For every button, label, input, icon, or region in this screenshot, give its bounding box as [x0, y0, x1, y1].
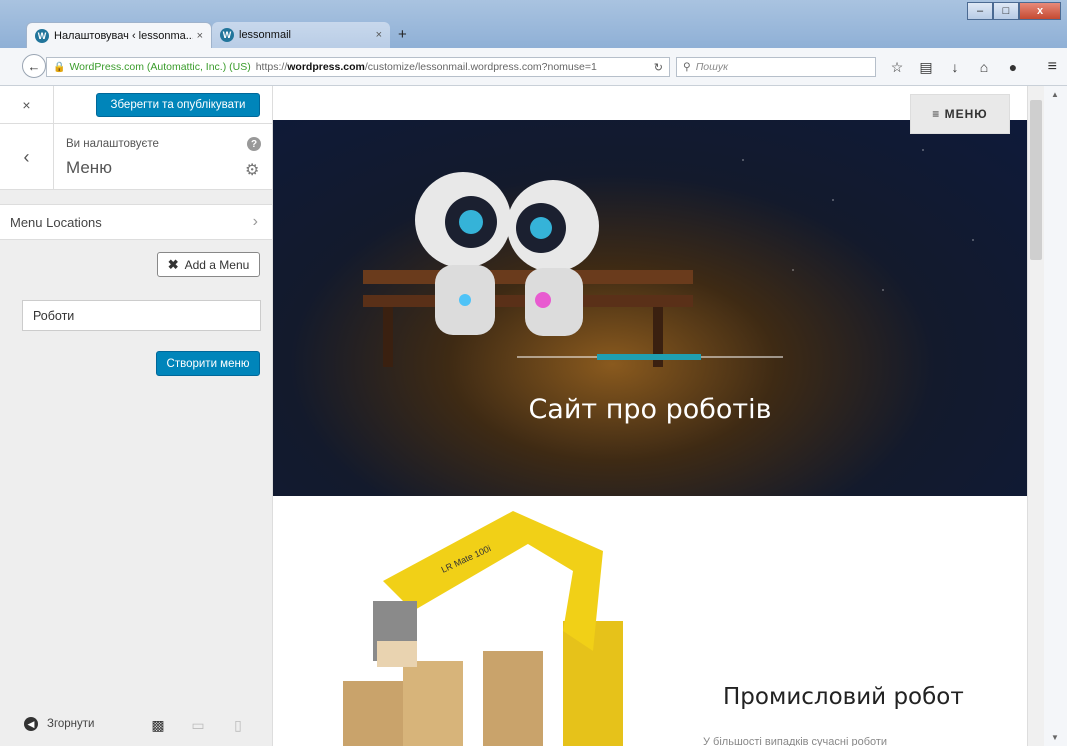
search-input[interactable]: ⚲ Пошук [676, 57, 876, 77]
chevron-right-icon: › [252, 213, 258, 230]
tab-lessonmail[interactable]: W lessonmail × [212, 22, 390, 48]
window-titlebar: – □ x W Налаштовувач ‹ lessonma... × W l… [0, 0, 1067, 48]
tab-customizer[interactable]: W Налаштовувач ‹ lessonma... × [26, 22, 212, 48]
menu-locations-item[interactable]: Menu Locations › [0, 204, 272, 240]
reading-list-icon[interactable]: ▤ [917, 58, 935, 76]
address-bar[interactable]: 🔒 WordPress.com (Automattic, Inc.) (US) … [46, 57, 670, 77]
scrollbar-thumb[interactable] [1030, 100, 1042, 260]
star-icon[interactable]: ☆ [888, 58, 906, 76]
add-menu-button[interactable]: ✖ Add a Menu [157, 252, 260, 277]
tablet-preview-icon[interactable]: ▭ [190, 716, 206, 734]
industrial-robot-image: LR Mate 100i [343, 511, 623, 746]
wordpress-icon: W [35, 28, 49, 43]
hero-slider: Сайт про роботів [273, 120, 1027, 496]
maximize-button[interactable]: □ [993, 2, 1019, 20]
collapse-icon[interactable]: ◀ [24, 717, 38, 731]
url-domain: wordpress.com [287, 61, 365, 73]
navigation-bar: ← 🔒 WordPress.com (Automattic, Inc.) (US… [0, 48, 1067, 86]
search-placeholder: Пошук [695, 61, 729, 73]
help-icon[interactable]: ? [247, 137, 261, 151]
customizer-footer: ◀ Згорнути ▩ ▭ ▯ [0, 706, 273, 746]
slider-progress-fill [597, 354, 701, 360]
tab-label: lessonmail [239, 29, 291, 41]
wordpress-icon: W [220, 28, 234, 42]
preview-scrollbar[interactable] [1027, 86, 1044, 746]
customizer-header: × Зберегти та опублікувати [0, 86, 272, 124]
home-icon[interactable]: ⌂ [975, 58, 993, 76]
customizing-label: Ви налаштовуєте [66, 138, 159, 150]
url-prefix: https:// [255, 61, 288, 73]
menu-locations-label: Menu Locations [10, 214, 102, 230]
post-excerpt: У більшості випадків сучасні роботи [703, 736, 888, 746]
site-identity[interactable]: WordPress.com (Automattic, Inc.) (US) [69, 61, 250, 73]
lock-icon: 🔒 [53, 61, 66, 73]
slider-progress-track [517, 354, 783, 360]
section-header: ‹ Ви налаштовуєте Меню ? ⚙ [0, 124, 272, 190]
gear-icon[interactable]: ⚙ [245, 160, 259, 180]
url-path: /customize/lessonmail.wordpress.com?nomu… [364, 61, 597, 73]
toolbar-icons: ☆ ▤ ↓ ⌂ ● [888, 58, 1022, 76]
save-publish-button[interactable]: Зберегти та опублікувати [96, 93, 260, 117]
tab-label: Налаштовувач ‹ lessonma... [54, 29, 193, 42]
site-title[interactable]: Сайт про роботів [273, 394, 1027, 425]
chat-icon[interactable]: ● [1004, 58, 1022, 76]
scroll-up-icon[interactable]: ▲ [1051, 90, 1059, 99]
reload-icon[interactable]: ↻ [654, 61, 663, 74]
scroll-down-icon[interactable]: ▼ [1051, 733, 1059, 742]
close-window-button[interactable]: x [1019, 2, 1061, 20]
add-menu-label: Add a Menu [184, 257, 250, 272]
window-controls: – □ x [967, 2, 1061, 20]
new-tab-button[interactable]: + [398, 26, 407, 43]
tab-close-icon[interactable]: × [197, 30, 203, 42]
back-arrow-icon[interactable]: ← [22, 54, 46, 78]
site-preview: ≡ МЕНЮ Сайт про роботів LR Mate 100i Про… [273, 86, 1027, 746]
search-icon: ⚲ [683, 61, 691, 73]
customizer-sidebar: × Зберегти та опублікувати ‹ Ви налаштов… [0, 86, 273, 746]
close-icon[interactable]: × [0, 86, 54, 124]
menu-toggle-button[interactable]: ≡ МЕНЮ [910, 94, 1010, 134]
collapse-label[interactable]: Згорнути [47, 718, 94, 730]
minimize-button[interactable]: – [967, 2, 993, 20]
section-title: Меню [66, 158, 112, 177]
menu-name-input[interactable] [22, 300, 261, 331]
download-icon[interactable]: ↓ [946, 58, 964, 76]
window-scrollbar[interactable]: ▲ ▼ [1044, 86, 1067, 746]
browser-menu-icon[interactable]: ≡ [1048, 58, 1057, 76]
post-title[interactable]: Промисловий робот [723, 684, 964, 710]
mobile-preview-icon[interactable]: ▯ [232, 716, 244, 734]
chevron-left-icon[interactable]: ‹ [0, 124, 54, 190]
tab-close-icon[interactable]: × [376, 29, 382, 41]
desktop-preview-icon[interactable]: ▩ [148, 716, 168, 734]
create-menu-button[interactable]: Створити меню [156, 351, 260, 376]
close-x-icon: ✖ [167, 256, 179, 272]
